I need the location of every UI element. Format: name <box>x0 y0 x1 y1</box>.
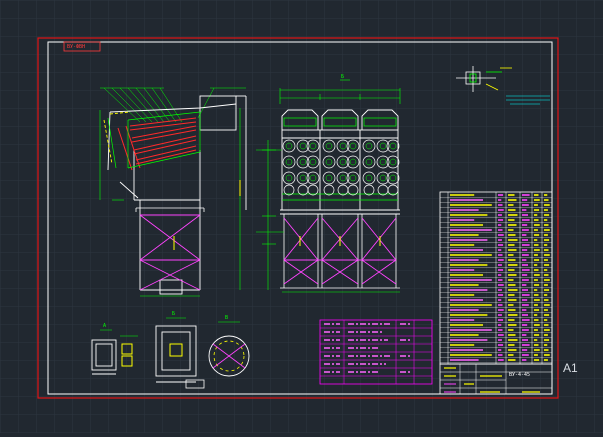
detail-marker-c: В <box>225 315 229 321</box>
view-b-marker: Б <box>341 74 345 80</box>
detail-marker-b: Б <box>172 311 176 317</box>
drawing-number-label: ВУ-ФВН <box>67 44 86 50</box>
drawing-canvas[interactable] <box>0 0 603 433</box>
detail-marker-a: А <box>103 323 107 329</box>
title-block-designation: ВУ-4-45 <box>509 372 531 378</box>
cad-viewport[interactable]: ВУ-ФВН A1 ВУ-4-45 Б А Б В <box>0 0 603 433</box>
model-space-grid <box>0 0 603 433</box>
sheet-size-label: A1 <box>563 361 578 375</box>
